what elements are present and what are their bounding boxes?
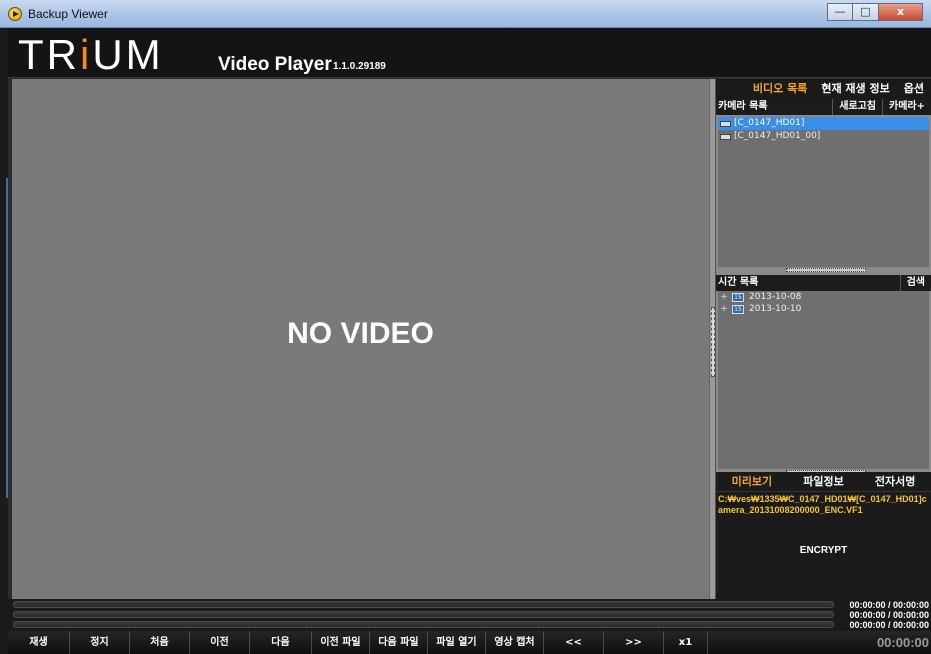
camera-list[interactable]: [C_0147_HD01] [C_0147_HD01_00] xyxy=(718,117,929,267)
search-button[interactable]: 검색 xyxy=(899,275,931,291)
close-button[interactable]: x xyxy=(879,3,923,21)
window-titlebar[interactable]: Backup Viewer — □ x xyxy=(0,0,931,28)
logo-part1: TR xyxy=(18,31,80,78)
window-title: Backup Viewer xyxy=(28,7,108,21)
next-file-button[interactable]: 다음 파일 xyxy=(370,631,428,654)
expand-icon[interactable]: + xyxy=(718,291,730,303)
camera-item-label: [C_0147_HD01_00] xyxy=(734,131,821,141)
time-item-label: 2013-10-08 xyxy=(749,292,802,302)
camera-list-label: 카메라 목록 xyxy=(718,101,768,112)
no-video-label: NO VIDEO xyxy=(287,317,434,350)
expand-icon[interactable]: + xyxy=(718,303,730,315)
refresh-button[interactable]: 새로고침 xyxy=(832,99,882,115)
camera-list-header: 카메라 목록 새로고침 카메라+ xyxy=(716,99,931,115)
progress-time: 00:00:00 / 00:00:00 xyxy=(849,620,929,630)
rewind-button[interactable]: << xyxy=(544,631,604,654)
progress-time: 00:00:00 / 00:00:00 xyxy=(849,600,929,610)
open-file-button[interactable]: 파일 열기 xyxy=(428,631,486,654)
camera-item[interactable]: [C_0147_HD01] xyxy=(718,117,929,130)
logo-part2: UM xyxy=(92,31,164,78)
first-button[interactable]: 처음 xyxy=(130,631,190,654)
preview-panel: 미리보기 파일정보 전자서명 C:₩ves₩1335₩C_0147_HD01₩[… xyxy=(716,472,931,599)
progress-area: 00:00:00 / 00:00:00 00:00:00 / 00:00:00 … xyxy=(8,599,931,631)
playback-time: 00:00:00 xyxy=(876,635,929,650)
camera-item[interactable]: [C_0147_HD01_00] xyxy=(718,130,929,143)
previous-button[interactable]: 이전 xyxy=(190,631,250,654)
calendar-icon: 15 xyxy=(732,292,744,302)
tab-options[interactable]: 옵션 xyxy=(897,79,931,99)
app-icon xyxy=(8,7,22,21)
splitter-grip[interactable] xyxy=(711,307,715,377)
next-button[interactable]: 다음 xyxy=(250,631,312,654)
tab-playback-info[interactable]: 현재 재생 정보 xyxy=(814,79,896,99)
file-path: C:₩ves₩1335₩C_0147_HD01₩[C_0147_HD01]cam… xyxy=(718,494,927,515)
right-panel: 비디오 목록 현재 재생 정보 옵션 카메라 목록 새로고침 카메라+ [C_0… xyxy=(716,79,931,599)
version-label: 1.1.0.29189 xyxy=(333,61,386,72)
add-camera-button[interactable]: 카메라+ xyxy=(882,99,931,115)
camera-icon xyxy=(720,120,731,127)
time-item[interactable]: + 15 2013-10-10 xyxy=(718,303,929,315)
encrypt-status: ENCRYPT xyxy=(799,545,848,556)
time-list[interactable]: + 15 2013-10-08 + 15 2013-10-10 xyxy=(718,291,929,469)
app-header: TRiUM Video Player 1.1.0.29189 xyxy=(8,28,931,78)
progress-time: 00:00:00 / 00:00:00 xyxy=(849,610,929,620)
previous-file-button[interactable]: 이전 파일 xyxy=(312,631,370,654)
calendar-icon: 15 xyxy=(732,304,744,314)
tab-file-info[interactable]: 파일정보 xyxy=(803,472,843,491)
speed-button[interactable]: x1 xyxy=(664,631,708,654)
control-bar: 재생 정지 처음 이전 다음 이전 파일 다음 파일 파일 열기 영상 캡처 <… xyxy=(8,631,931,654)
progress-bar[interactable] xyxy=(13,611,834,618)
preview-tabs: 미리보기 파일정보 전자서명 xyxy=(716,472,931,492)
fast-forward-button[interactable]: >> xyxy=(604,631,664,654)
stop-button[interactable]: 정지 xyxy=(70,631,130,654)
time-list-label: 시간 목록 xyxy=(718,277,759,288)
capture-button[interactable]: 영상 캡처 xyxy=(486,631,544,654)
time-list-header: 시간 목록 검색 xyxy=(716,275,931,291)
window-controls: — □ x xyxy=(827,3,923,21)
progress-bar[interactable] xyxy=(13,601,834,608)
tab-digital-signature[interactable]: 전자서명 xyxy=(875,472,915,491)
panel-splitter[interactable] xyxy=(709,79,716,599)
trium-logo: TRiUM xyxy=(18,34,164,76)
video-display[interactable]: NO VIDEO xyxy=(12,79,709,599)
tab-video-list[interactable]: 비디오 목록 xyxy=(746,79,814,99)
camera-item-label: [C_0147_HD01] xyxy=(734,118,805,128)
product-name: Video Player xyxy=(218,54,332,75)
right-panel-tabs: 비디오 목록 현재 재생 정보 옵션 xyxy=(716,79,931,99)
minimize-button[interactable]: — xyxy=(827,3,853,21)
tab-preview[interactable]: 미리보기 xyxy=(732,472,772,491)
left-edge xyxy=(0,28,8,654)
maximize-button[interactable]: □ xyxy=(853,3,879,21)
time-item-label: 2013-10-10 xyxy=(749,304,802,314)
play-button[interactable]: 재생 xyxy=(8,631,70,654)
camera-icon xyxy=(720,133,731,140)
time-item[interactable]: + 15 2013-10-08 xyxy=(718,291,929,303)
camera-list-resize-grip[interactable] xyxy=(786,268,866,272)
left-edge-highlight xyxy=(6,178,8,498)
progress-bar[interactable] xyxy=(13,621,834,628)
logo-accent: i xyxy=(80,31,93,78)
